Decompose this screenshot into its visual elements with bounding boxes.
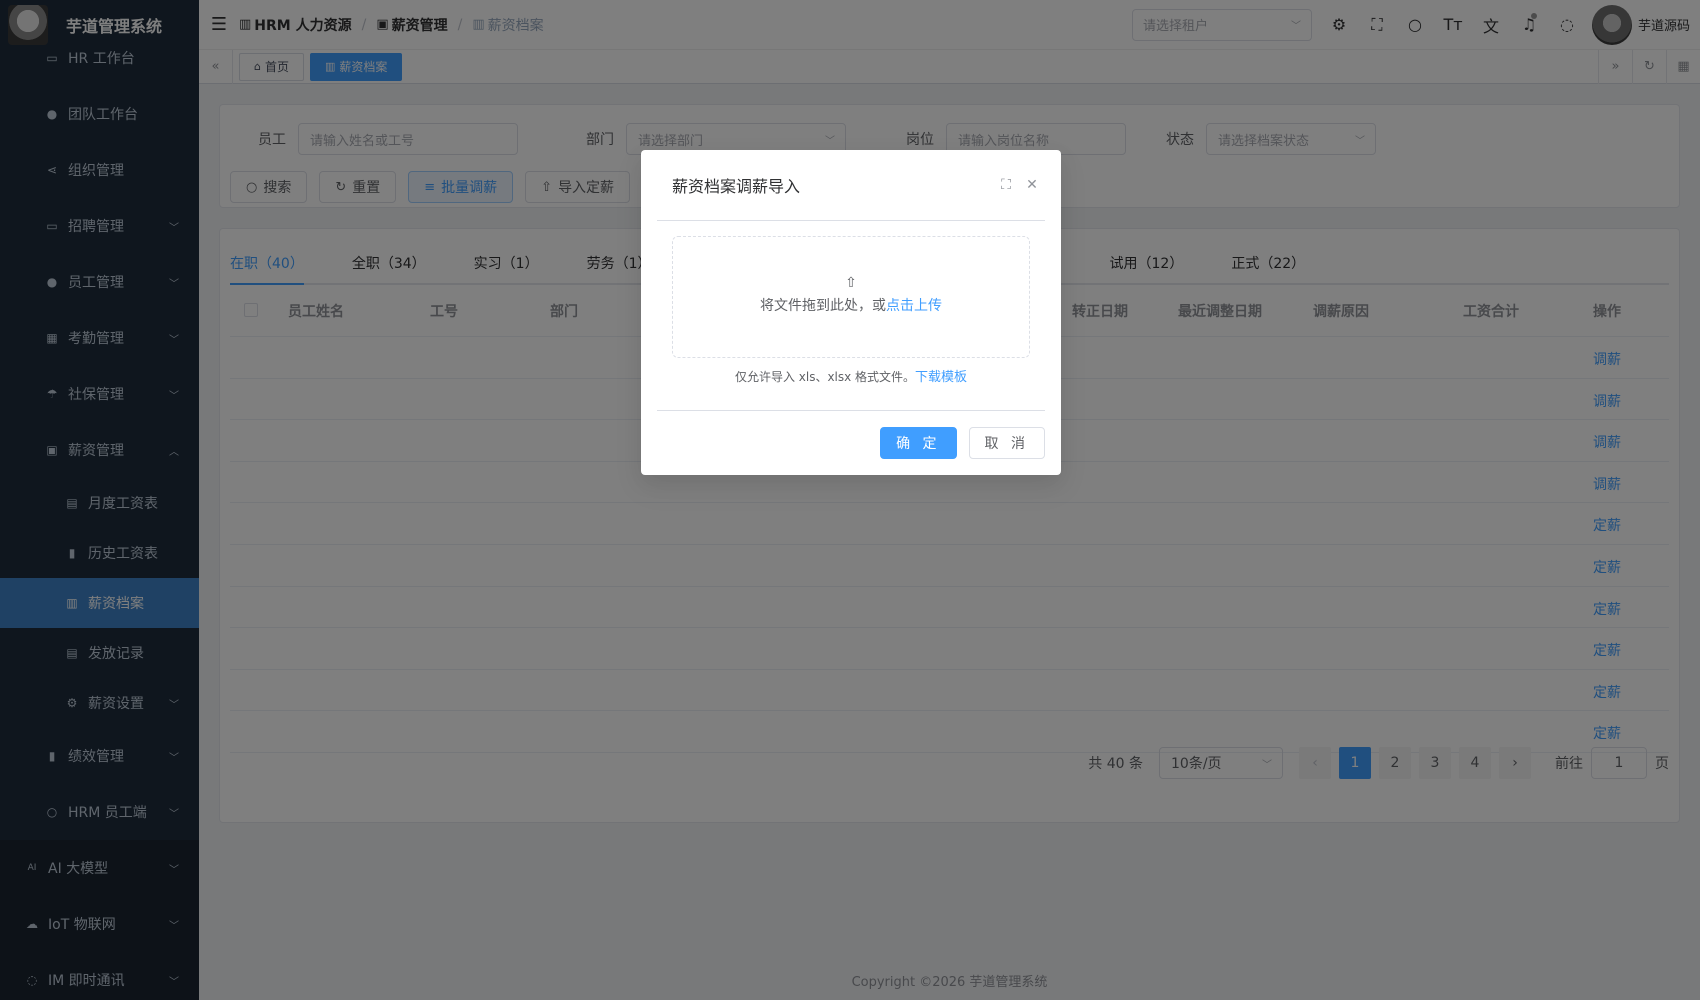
dialog-title: 薪资档案调薪导入 [672,177,801,196]
upload-tip: 仅允许导入 xls、xlsx 格式文件。下载模板 [734,370,968,385]
download-template-link[interactable]: 下载模板 [915,370,967,385]
fullscreen-icon[interactable]: ⛶ [993,177,1019,193]
click-upload-link[interactable]: 点击上传 [886,298,942,314]
confirm-button[interactable]: 确 定 [880,427,957,459]
import-dialog: 薪资档案调薪导入 ⛶ ✕ ⇧ 将文件拖到此处，或点击上传 仅允许导入 xls、x… [641,150,1061,475]
upload-icon: ⇧ [845,275,857,291]
close-icon[interactable]: ✕ [1019,177,1045,193]
upload-dropzone[interactable]: ⇧ 将文件拖到此处，或点击上传 [672,236,1030,358]
cancel-button[interactable]: 取 消 [968,427,1045,459]
dialog-divider [657,410,1045,411]
dialog-divider [657,220,1045,221]
